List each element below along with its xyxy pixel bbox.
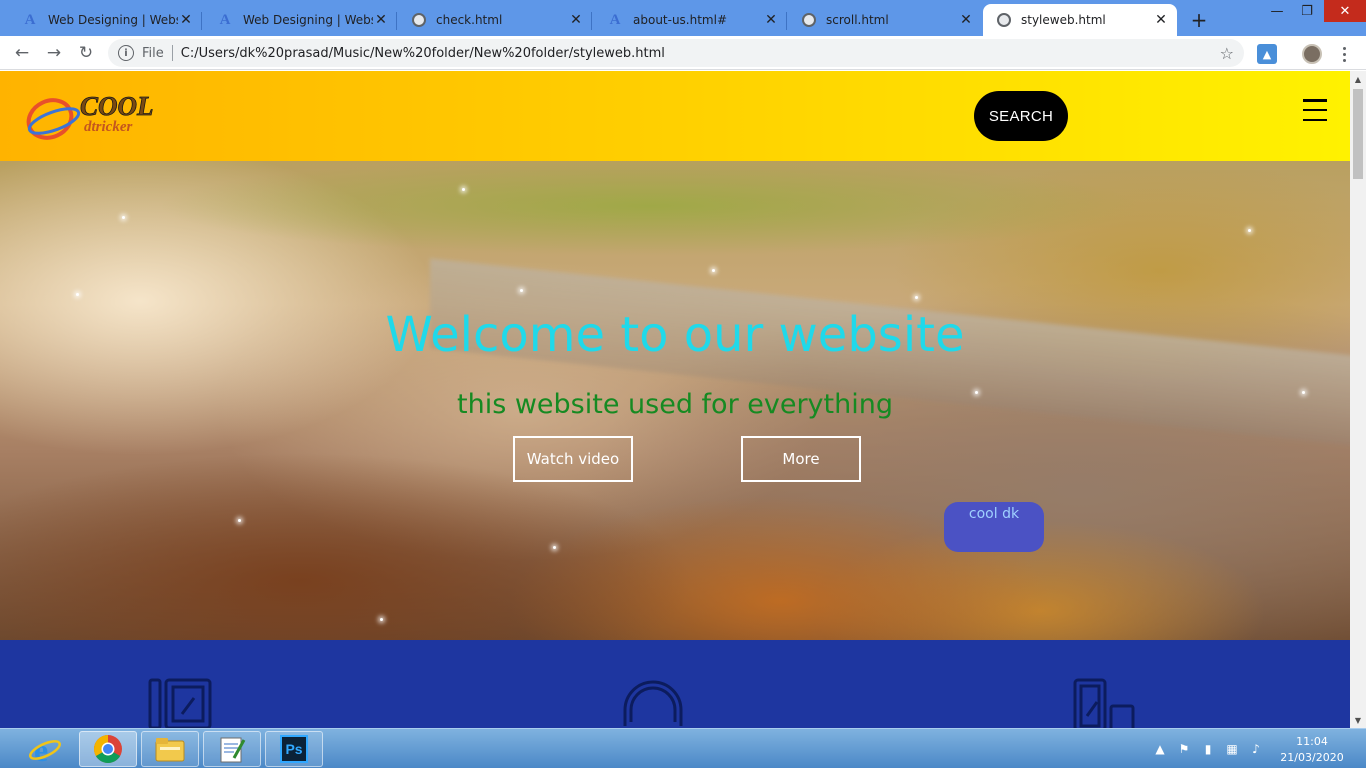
browser-toolbar: ← → ↻ i File C:/Users/dk%20prasad/Music/… <box>0 36 1366 70</box>
system-clock[interactable]: 11:04 21/03/2020 <box>1272 734 1352 766</box>
photoshop-label: Ps <box>280 735 308 763</box>
back-icon[interactable]: ← <box>10 41 34 65</box>
hero-subtitle: this website used for everything <box>457 389 893 420</box>
drive-extension-icon[interactable]: ▲ <box>1257 44 1277 64</box>
tab-styleweb[interactable]: styleweb.html ✕ <box>983 4 1177 36</box>
action-center-flag-icon[interactable]: ⚑ <box>1176 741 1192 757</box>
tab-close-icon[interactable]: ✕ <box>568 12 584 28</box>
tab-close-icon[interactable]: ✕ <box>178 12 194 28</box>
tab-about-us[interactable]: A about-us.html# ✕ <box>593 4 787 36</box>
notepad-icon[interactable] <box>203 731 261 767</box>
sparkle-decoration <box>76 293 79 296</box>
tab-title: Web Designing | Website <box>48 13 178 27</box>
tab-web-designing-2[interactable]: A Web Designing | Website ✕ <box>203 4 397 36</box>
tab-scroll[interactable]: scroll.html ✕ <box>788 4 982 36</box>
sparkle-decoration <box>520 289 523 292</box>
minimize-icon[interactable]: — <box>1262 0 1292 22</box>
photoshop-icon[interactable]: Ps <box>265 731 323 767</box>
at-icon: A <box>219 11 231 28</box>
sparkle-decoration <box>238 519 241 522</box>
tab-title: check.html <box>436 13 503 27</box>
scroll-thumb[interactable] <box>1353 89 1363 179</box>
sparkle-decoration <box>553 546 556 549</box>
bookmark-star-icon[interactable]: ☆ <box>1220 44 1234 63</box>
globe-icon <box>802 13 816 27</box>
tab-close-icon[interactable]: ✕ <box>373 12 389 28</box>
profile-avatar[interactable] <box>1302 44 1322 64</box>
clock-time: 11:04 <box>1296 735 1328 748</box>
url-text[interactable]: C:/Users/dk%20prasad/Music/New%20folder/… <box>181 46 1220 61</box>
address-bar[interactable]: i File C:/Users/dk%20prasad/Music/New%20… <box>108 39 1244 67</box>
file-explorer-icon[interactable] <box>141 731 199 767</box>
tab-title: styleweb.html <box>1021 13 1106 27</box>
windows-taskbar: e Ps ▲ ⚑ ▮ ▦ ♪ 11:04 21/03/2020 <box>0 728 1366 768</box>
scroll-up-icon[interactable]: ▲ <box>1350 71 1366 87</box>
tab-close-icon[interactable]: ✕ <box>763 12 779 28</box>
cool-dk-badge[interactable]: cool dk <box>944 502 1044 552</box>
globe-icon <box>412 13 426 27</box>
tab-check[interactable]: check.html ✕ <box>398 4 592 36</box>
site-header: COOL dtricker SEARCH <box>0 71 1350 161</box>
svg-text:dtricker: dtricker <box>84 119 132 135</box>
sparkle-decoration <box>915 296 918 299</box>
headphones-icon <box>623 680 683 726</box>
volume-icon[interactable]: ♪ <box>1248 741 1264 757</box>
browser-menu-icon[interactable] <box>1334 44 1354 64</box>
reload-icon[interactable]: ↻ <box>74 41 98 65</box>
show-hidden-icons-icon[interactable]: ▲ <box>1152 741 1168 757</box>
scheme-label: File <box>142 45 164 61</box>
tab-title: Web Designing | Website <box>243 13 373 27</box>
tab-title: about-us.html# <box>633 13 728 27</box>
info-icon[interactable]: i <box>118 45 134 61</box>
watch-video-button[interactable]: Watch video <box>513 436 633 482</box>
tab-web-designing-1[interactable]: A Web Designing | Website ✕ <box>8 4 202 36</box>
svg-text:COOL: COOL <box>80 91 154 121</box>
tab-title: scroll.html <box>826 13 889 27</box>
services-section <box>0 640 1350 728</box>
scroll-down-icon[interactable]: ▼ <box>1350 712 1366 728</box>
globe-icon <box>997 13 1011 27</box>
internet-explorer-icon[interactable]: e <box>16 731 74 767</box>
sparkle-decoration <box>462 188 465 191</box>
new-tab-button[interactable]: + <box>1186 7 1212 33</box>
tablet-pen-icon <box>148 678 212 728</box>
page-viewport: COOL dtricker SEARCH Welcome to our webs… <box>0 71 1350 728</box>
site-logo[interactable]: COOL dtricker <box>24 85 164 147</box>
forward-icon[interactable]: → <box>42 41 66 65</box>
at-icon: A <box>609 11 621 28</box>
close-window-icon[interactable]: ✕ <box>1324 0 1366 22</box>
chrome-icon[interactable] <box>79 731 137 767</box>
restore-icon[interactable]: ❐ <box>1292 0 1322 22</box>
tab-close-icon[interactable]: ✕ <box>958 12 974 28</box>
sparkle-decoration <box>122 216 125 219</box>
hero-banner: Welcome to our website this website used… <box>0 161 1350 640</box>
mobile-edit-icon <box>1073 678 1135 728</box>
hamburger-menu-icon[interactable] <box>1303 99 1327 121</box>
search-button[interactable]: SEARCH <box>974 91 1068 141</box>
page-scrollbar[interactable]: ▲ ▼ <box>1350 71 1366 728</box>
sparkle-decoration <box>380 618 383 621</box>
hero-title: Welcome to our website <box>385 307 965 363</box>
sparkle-decoration <box>712 269 715 272</box>
browser-tab-strip: A Web Designing | Website ✕ A Web Design… <box>0 0 1366 36</box>
network-icon[interactable]: ▦ <box>1224 741 1240 757</box>
sparkle-decoration <box>1248 229 1251 232</box>
at-icon: A <box>24 11 36 28</box>
more-button[interactable]: More <box>741 436 861 482</box>
clock-date: 21/03/2020 <box>1280 751 1344 764</box>
power-icon[interactable]: ▮ <box>1200 741 1216 757</box>
tab-close-icon[interactable]: ✕ <box>1153 12 1169 28</box>
